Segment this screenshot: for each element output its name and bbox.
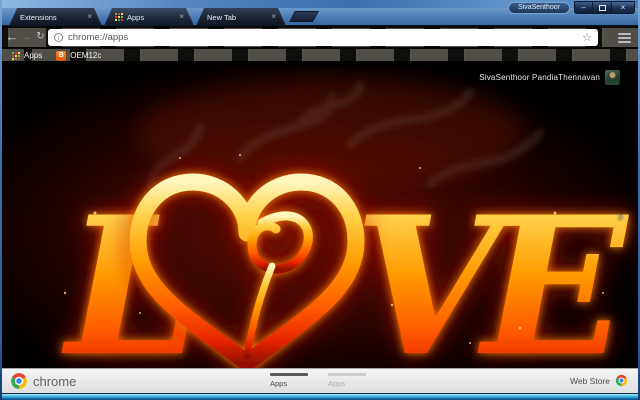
window-border-left xyxy=(0,0,2,400)
pager-bar-inactive xyxy=(328,373,366,376)
wallpaper-letter-e: E xyxy=(477,175,629,368)
apps-grid-icon xyxy=(115,13,123,21)
tab-extensions[interactable]: Extensions × xyxy=(9,8,102,26)
menu-icon[interactable] xyxy=(618,33,631,45)
window-controls: SivaSenthoor – × xyxy=(507,1,635,14)
user-avatar xyxy=(605,70,620,85)
pager-label: Apps xyxy=(270,379,288,388)
tab-label: Apps xyxy=(127,12,145,22)
minimize-button[interactable]: – xyxy=(574,1,593,14)
pager-bar-active xyxy=(270,373,308,376)
reload-icon[interactable]: ↻ xyxy=(34,26,47,48)
next-page-chevron-icon[interactable]: › xyxy=(618,209,623,225)
tab-label: Extensions xyxy=(20,12,57,22)
apps-page-content: L V E SivaSenthoor PandiaThennavan › xyxy=(0,63,640,368)
omnibox[interactable]: i chrome://apps ☆ xyxy=(48,28,598,46)
bookmark-oem12c[interactable]: B OEM12c xyxy=(49,49,108,62)
profile-button[interactable]: SivaSenthoor xyxy=(507,2,570,14)
love-fire-wallpaper: L V E xyxy=(0,63,640,368)
new-tab-button[interactable] xyxy=(289,11,319,22)
oem-favicon: B xyxy=(56,50,67,61)
browser-window: SivaSenthoor – × Extensions × Apps × New… xyxy=(0,0,640,400)
web-store-icon xyxy=(615,374,628,387)
close-tab-icon[interactable]: × xyxy=(179,12,184,21)
url-text: chrome://apps xyxy=(68,31,129,43)
bookmark-label: OEM12c xyxy=(70,51,102,60)
window-border-bottom xyxy=(0,393,640,400)
pager-label: Apps xyxy=(328,379,346,388)
pager-page-1[interactable]: Apps xyxy=(270,373,312,388)
pager-page-2[interactable]: Apps xyxy=(328,373,370,388)
tab-label: New Tab xyxy=(207,12,237,22)
tab-new-tab[interactable]: New Tab × xyxy=(196,8,286,26)
close-button[interactable]: × xyxy=(612,1,635,14)
maximize-icon xyxy=(598,5,606,11)
wallpaper-letter-l: L xyxy=(61,175,200,368)
user-name-text: SivaSenthoor PandiaThennavan xyxy=(479,73,600,82)
bookmarks-bar: Apps B OEM12c xyxy=(0,48,640,63)
forward-icon[interactable]: → xyxy=(20,26,33,48)
chrome-brand: chrome xyxy=(10,372,76,390)
launcher-footer: chrome Apps Apps Web Store xyxy=(0,368,640,393)
page-info-icon[interactable]: i xyxy=(54,32,63,42)
close-tab-icon[interactable]: × xyxy=(271,12,276,21)
user-attribution: SivaSenthoor PandiaThennavan xyxy=(479,70,620,85)
apps-grid-icon xyxy=(12,51,20,60)
maximize-button[interactable] xyxy=(593,1,612,14)
web-store-link[interactable]: Web Store xyxy=(570,374,628,387)
chrome-wordmark: chrome xyxy=(33,373,77,389)
bookmark-apps[interactable]: Apps xyxy=(5,49,49,62)
chrome-logo-icon xyxy=(11,373,27,389)
back-icon[interactable]: ← xyxy=(4,26,20,48)
web-store-label: Web Store xyxy=(569,375,610,386)
apps-pager: Apps Apps xyxy=(270,373,370,388)
tab-apps[interactable]: Apps × xyxy=(104,8,194,26)
toolbar: ← → ↻ i chrome://apps ☆ xyxy=(0,26,640,48)
close-tab-icon[interactable]: × xyxy=(87,12,92,21)
bookmark-label: Apps xyxy=(24,51,43,60)
bookmark-star-icon[interactable]: ☆ xyxy=(582,31,592,44)
